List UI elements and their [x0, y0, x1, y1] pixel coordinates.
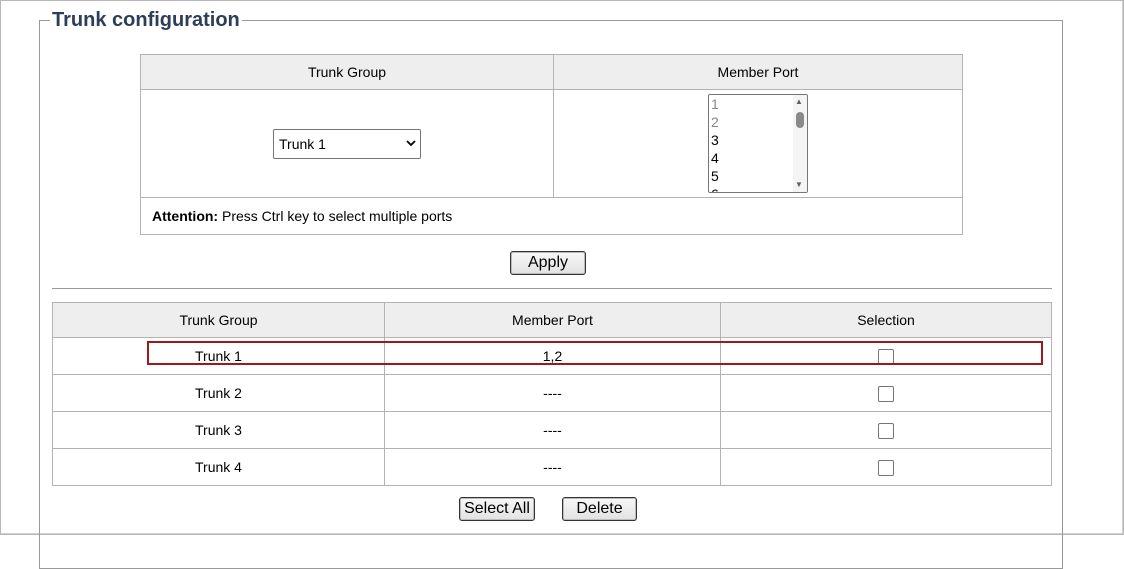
row-trunk-group: Trunk 3	[52, 411, 385, 449]
trunk-list-table: Trunk Group Member Port Selection Trunk …	[52, 302, 1052, 486]
trunk-group-cell: Trunk 1	[140, 89, 554, 198]
header-trunk-group: Trunk Group	[140, 54, 554, 90]
attention-note: Attention: Press Ctrl key to select mult…	[140, 197, 963, 235]
row-selection-cell	[720, 411, 1052, 449]
apply-button[interactable]: Apply	[510, 251, 586, 275]
table-row: Trunk 1 1,2	[52, 337, 1052, 375]
list-header-trunk-group: Trunk Group	[52, 302, 385, 338]
row-selection-checkbox[interactable]	[878, 385, 894, 402]
row-trunk-group: Trunk 2	[52, 374, 385, 412]
row-member-port: 1,2	[384, 337, 721, 375]
trunk-config-table: Trunk Group Member Port Trunk 1 1 2 3 4 …	[140, 54, 963, 235]
list-header-member-port: Member Port	[384, 302, 721, 338]
attention-text: Press Ctrl key to select multiple ports	[218, 208, 453, 224]
row-selection-checkbox[interactable]	[878, 348, 894, 365]
list-header-selection: Selection	[720, 302, 1052, 338]
table-row: Trunk 2 ----	[52, 374, 1052, 412]
row-member-port: ----	[384, 448, 721, 486]
select-all-button[interactable]: Select All	[459, 497, 535, 521]
scroll-up-arrow-icon[interactable]: ▲	[795, 97, 803, 107]
row-selection-checkbox[interactable]	[878, 422, 894, 439]
divider	[52, 288, 1052, 289]
header-member-port: Member Port	[553, 54, 963, 90]
trunk-group-select[interactable]: Trunk 1	[273, 128, 421, 159]
table-row: Trunk 3 ----	[52, 411, 1052, 449]
panel-title: Trunk configuration	[52, 9, 240, 31]
member-port-listbox[interactable]: 1 2 3 4 5 6 ▲ ▼	[708, 94, 808, 193]
trunk-group-select-value: Trunk 1	[279, 135, 326, 152]
row-member-port: ----	[384, 374, 721, 412]
listbox-scrollbar[interactable]: ▲ ▼	[793, 95, 807, 192]
row-selection-cell	[720, 337, 1052, 375]
row-selection-cell	[720, 448, 1052, 486]
scroll-down-arrow-icon[interactable]: ▼	[795, 180, 803, 190]
row-trunk-group: Trunk 1	[52, 337, 385, 375]
attention-label: Attention:	[152, 208, 219, 224]
member-port-cell: 1 2 3 4 5 6 ▲ ▼	[553, 89, 963, 198]
chevron-down-icon	[406, 140, 416, 147]
row-member-port: ----	[384, 411, 721, 449]
row-selection-checkbox[interactable]	[878, 459, 894, 476]
scrollbar-thumb[interactable]	[796, 112, 804, 128]
delete-button[interactable]: Delete	[562, 497, 637, 521]
row-trunk-group: Trunk 4	[52, 448, 385, 486]
row-selection-cell	[720, 374, 1052, 412]
table-row: Trunk 4 ----	[52, 448, 1052, 486]
